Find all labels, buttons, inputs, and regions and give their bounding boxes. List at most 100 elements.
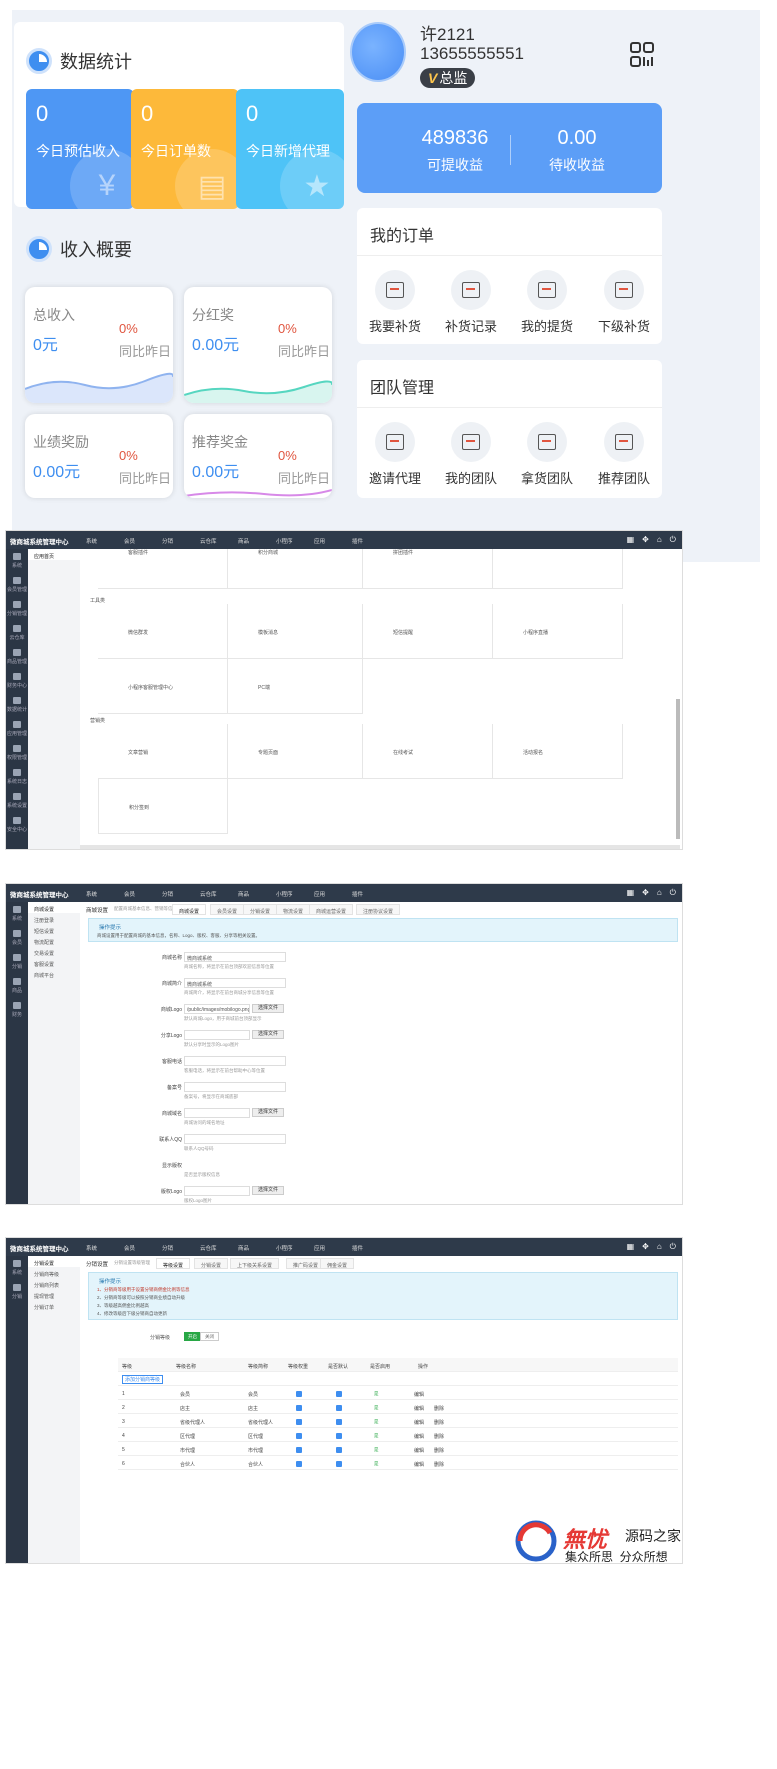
fullscreen-icon[interactable]: ✥ (642, 1242, 649, 1252)
sub-item[interactable]: 分销订单 (28, 1300, 80, 1311)
app-cell[interactable]: PC端 (228, 659, 363, 714)
menu-item[interactable]: 小程序 (276, 1244, 314, 1252)
home-icon[interactable]: ⌂ (657, 888, 662, 898)
upload-button[interactable]: 选择文件 (252, 1030, 284, 1039)
menu-item[interactable]: 商品 (238, 890, 276, 898)
menu-item[interactable]: 系统 (86, 1244, 124, 1252)
stat-card-income[interactable]: 0 今日预估收入 ¥ (26, 89, 134, 209)
order-item-restock[interactable]: 我要补货 (359, 270, 431, 336)
menu-item[interactable]: 小程序 (276, 890, 314, 898)
sidebar-item[interactable]: 分销 (6, 950, 28, 974)
app-cell[interactable]: 积分签到 (98, 779, 228, 834)
fullscreen-icon[interactable]: ✥ (642, 535, 649, 545)
sidebar-item[interactable]: 财务中心 (6, 669, 28, 693)
check-icon[interactable] (336, 1391, 342, 1397)
app-cell[interactable]: 微信群发 (98, 604, 228, 659)
sub-item[interactable]: 物流配置 (28, 935, 80, 946)
menu-item[interactable]: 分销 (162, 537, 200, 545)
sidebar-item[interactable]: 数据统计 (6, 693, 28, 717)
income-card-dividend[interactable]: 分红奖 0.00元 0% 同比昨日 (184, 287, 332, 403)
qrcode-icon[interactable] (630, 42, 654, 68)
tab[interactable]: 佣金设置 (320, 1258, 355, 1269)
sub-item[interactable]: 注册登录 (28, 913, 80, 924)
delete-link[interactable]: 删除 (434, 1461, 444, 1468)
edit-link[interactable]: 编辑 (414, 1447, 424, 1454)
app-cell[interactable]: 小程序客服管理中心 (98, 659, 228, 714)
power-icon[interactable]: ⏻ (670, 1242, 676, 1252)
power-icon[interactable]: ⏻ (670, 888, 676, 898)
tab[interactable]: 商城设置 (172, 904, 207, 915)
tab[interactable]: 注册协议设置 (356, 904, 401, 915)
qrcode-icon[interactable]: ▦ (627, 535, 635, 545)
home-icon[interactable]: ⌂ (657, 1242, 662, 1252)
app-cell[interactable]: 在线考试 (363, 724, 493, 779)
order-item-pickup[interactable]: 我的提货 (511, 270, 583, 336)
sub-item[interactable]: 商城平台 (28, 968, 80, 979)
qrcode-icon[interactable]: ▦ (627, 888, 635, 898)
add-level-button[interactable]: 添加分销商等级 (122, 1375, 164, 1384)
menu-item[interactable]: 应用 (314, 537, 352, 545)
sub-item[interactable]: 商城设置 (28, 902, 80, 913)
menu-item[interactable]: 商品 (238, 537, 276, 545)
menu-item[interactable]: 应用 (314, 890, 352, 898)
menu-item[interactable]: 分销 (162, 1244, 200, 1252)
home-icon[interactable]: ⌂ (657, 535, 662, 545)
tab[interactable]: 会员设置 (210, 904, 245, 915)
phone-input[interactable] (184, 1056, 286, 1066)
delete-link[interactable]: 删除 (434, 1419, 444, 1426)
menu-item[interactable]: 商品 (238, 1244, 276, 1252)
sidebar-item[interactable]: 商品 (6, 974, 28, 998)
switch-on-button[interactable]: 开启 (184, 1332, 201, 1341)
sub-item[interactable]: 提现管理 (28, 1289, 80, 1300)
team-item-buying[interactable]: 拿货团队 (511, 422, 583, 488)
upload-button[interactable]: 选择文件 (252, 1004, 284, 1013)
order-item-sub-restock[interactable]: 下级补货 (588, 270, 660, 336)
sidebar-item[interactable]: 商品管理 (6, 645, 28, 669)
edit-link[interactable]: 编辑 (414, 1433, 424, 1440)
check-icon[interactable] (296, 1419, 302, 1425)
tab[interactable]: 商城运营设置 (309, 904, 354, 915)
sidebar-item[interactable]: 云仓库 (6, 621, 28, 645)
sidebar-item[interactable]: 系统 (6, 1256, 28, 1280)
check-icon[interactable] (336, 1447, 342, 1453)
sub-item[interactable]: 分销商等级 (28, 1267, 80, 1278)
sidebar-item[interactable]: 应用管理 (6, 717, 28, 741)
sidebar-item[interactable]: 系统 (6, 549, 28, 573)
menu-item[interactable]: 会员 (124, 1244, 162, 1252)
tab[interactable]: 上下级关系设置 (230, 1258, 280, 1269)
menu-item[interactable]: 插件 (352, 890, 390, 898)
check-icon[interactable] (296, 1447, 302, 1453)
menu-item[interactable]: 云仓库 (200, 890, 238, 898)
app-cell[interactable]: 积分商城 (228, 549, 363, 589)
menu-item[interactable]: 插件 (352, 537, 390, 545)
edit-link[interactable]: 编辑 (414, 1391, 424, 1398)
fullscreen-icon[interactable]: ✥ (642, 888, 649, 898)
sub-item[interactable]: 分销设置 (28, 1256, 80, 1267)
team-item-my-team[interactable]: 我的团队 (435, 422, 507, 488)
check-icon[interactable] (296, 1405, 302, 1411)
check-icon[interactable] (336, 1461, 342, 1467)
menu-item[interactable]: 云仓库 (200, 1244, 238, 1252)
switch-off-button[interactable]: 关闭 (200, 1332, 219, 1341)
sidebar-item[interactable]: 会员管理 (6, 573, 28, 597)
app-cell[interactable] (493, 549, 623, 589)
menu-item[interactable]: 系统 (86, 890, 124, 898)
delete-link[interactable]: 删除 (434, 1405, 444, 1412)
stat-card-orders[interactable]: 0 今日订单数 ▤ (131, 89, 239, 209)
icp-input[interactable] (184, 1082, 286, 1092)
app-cell[interactable]: 文章营销 (98, 724, 228, 779)
upload-button[interactable]: 选择文件 (252, 1108, 284, 1117)
sub-item-app-home[interactable]: 应用首页 (28, 549, 80, 560)
check-icon[interactable] (296, 1461, 302, 1467)
upload-button[interactable]: 选择文件 (252, 1186, 284, 1195)
edit-link[interactable]: 编辑 (414, 1461, 424, 1468)
sidebar-item[interactable]: 会员 (6, 926, 28, 950)
shop-name-input[interactable]: 微商城系统 (184, 952, 286, 962)
menu-item[interactable]: 云仓库 (200, 537, 238, 545)
qrcode-icon[interactable]: ▦ (627, 1242, 635, 1252)
tab[interactable]: 物流设置 (276, 904, 311, 915)
menu-item[interactable]: 小程序 (276, 537, 314, 545)
sidebar-item[interactable]: 安全中心 (6, 813, 28, 837)
order-item-records[interactable]: 补货记录 (435, 270, 507, 336)
sub-item[interactable]: 交易设置 (28, 946, 80, 957)
